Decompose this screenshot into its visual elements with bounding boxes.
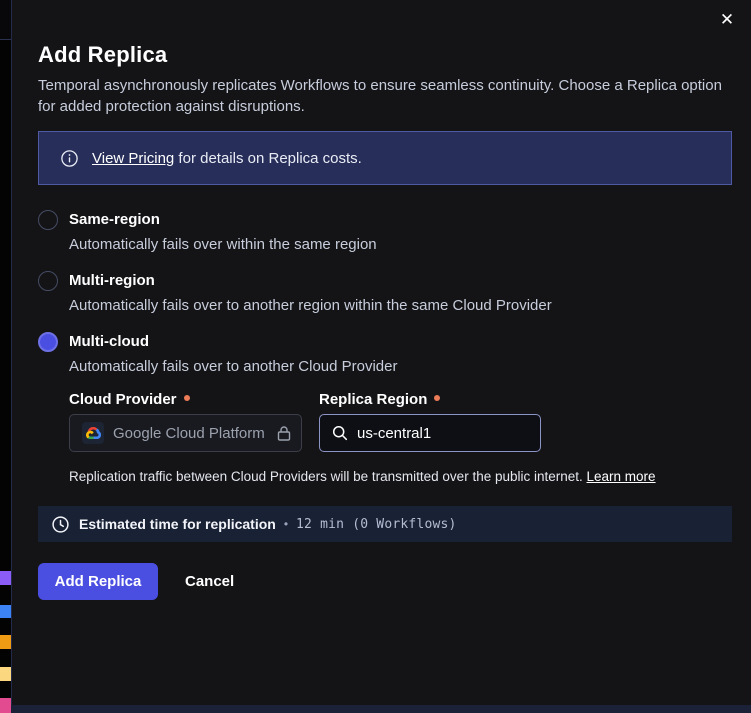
add-replica-button[interactable]: Add Replica — [38, 563, 158, 600]
radio-option-multi-region[interactable]: Multi-region Automatically fails over to… — [38, 270, 731, 316]
option-text: Multi-cloud Automatically fails over to … — [69, 331, 398, 377]
replica-region-field: Replica Region — [319, 390, 541, 452]
multi-cloud-form: Cloud Provider Google Cloud P — [69, 390, 731, 452]
cloud-provider-select: Google Cloud Platform — [69, 414, 302, 452]
estimate-value: 12 min (0 Workflows) — [296, 517, 457, 532]
underlying-page-edge — [0, 0, 11, 713]
radio-option-multi-cloud[interactable]: Multi-cloud Automatically fails over to … — [38, 331, 731, 377]
replica-options: Same-region Automatically fails over wit… — [38, 209, 731, 484]
cloud-provider-label: Cloud Provider — [69, 390, 302, 410]
estimate-separator: • — [284, 517, 288, 531]
replica-region-label: Replica Region — [319, 390, 541, 410]
replica-region-value[interactable] — [357, 425, 507, 442]
close-icon[interactable]: ✕ — [713, 6, 741, 34]
radio-option-same-region[interactable]: Same-region Automatically fails over wit… — [38, 209, 731, 255]
replica-region-input[interactable] — [319, 414, 541, 452]
option-label: Multi-cloud — [69, 331, 398, 353]
estimate-bar: Estimated time for replication • 12 min … — [38, 506, 732, 542]
cancel-button[interactable]: Cancel — [185, 573, 234, 590]
field-label-text: Cloud Provider — [69, 390, 177, 410]
pricing-banner-text: View Pricing for details on Replica cost… — [92, 150, 362, 167]
google-cloud-icon — [82, 422, 104, 444]
modal-title: Add Replica — [38, 42, 731, 68]
estimate-label: Estimated time for replication — [79, 516, 276, 532]
radio-unchecked-icon[interactable] — [38, 210, 58, 230]
learn-more-link[interactable]: Learn more — [587, 469, 656, 484]
underlying-topbar-edge — [0, 0, 11, 40]
required-dot-icon — [434, 395, 440, 401]
pricing-banner: View Pricing for details on Replica cost… — [38, 131, 732, 185]
underlying-stripe-pink — [0, 698, 11, 713]
option-label: Multi-region — [69, 270, 552, 292]
modal-actions: Add Replica Cancel — [38, 563, 731, 600]
public-internet-note: Replication traffic between Cloud Provid… — [69, 469, 731, 484]
radio-checked-icon[interactable] — [38, 332, 58, 352]
modal-description: Temporal asynchronously replicates Workf… — [38, 75, 731, 117]
clock-icon — [52, 516, 69, 533]
option-text: Same-region Automatically fails over wit… — [69, 209, 377, 255]
required-dot-icon — [184, 395, 190, 401]
cloud-provider-value: Google Cloud Platform — [113, 425, 265, 442]
page-background: ✕ Add Replica Temporal asynchronously re… — [0, 0, 751, 713]
cloud-provider-field: Cloud Provider Google Cloud P — [69, 390, 302, 452]
underlying-page-bottom — [0, 705, 751, 713]
underlying-stripe-orange — [0, 635, 11, 649]
note-text: Replication traffic between Cloud Provid… — [69, 469, 587, 484]
lock-icon — [276, 425, 292, 442]
option-description: Automatically fails over within the same… — [69, 235, 377, 255]
search-icon — [332, 425, 348, 441]
pricing-banner-rest: for details on Replica costs. — [174, 150, 362, 167]
add-replica-modal: ✕ Add Replica Temporal asynchronously re… — [11, 0, 751, 705]
field-label-text: Replica Region — [319, 390, 427, 410]
radio-unchecked-icon[interactable] — [38, 271, 58, 291]
option-text: Multi-region Automatically fails over to… — [69, 270, 552, 316]
info-icon — [61, 150, 78, 167]
option-description: Automatically fails over to another Clou… — [69, 357, 398, 377]
option-label: Same-region — [69, 209, 377, 231]
underlying-stripe-blue — [0, 605, 11, 618]
option-description: Automatically fails over to another regi… — [69, 296, 552, 316]
view-pricing-link[interactable]: View Pricing — [92, 150, 174, 167]
underlying-stripe-yellow — [0, 667, 11, 681]
underlying-stripe-purple — [0, 571, 11, 585]
